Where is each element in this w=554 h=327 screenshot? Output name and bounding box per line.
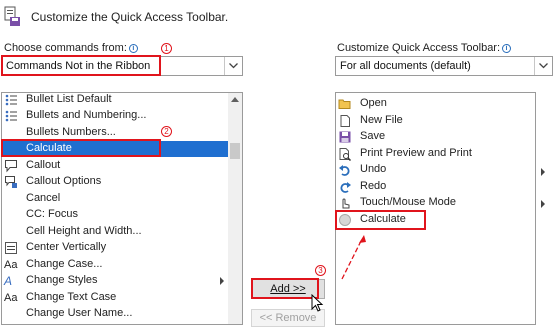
list-item-label: CC: Focus	[26, 208, 78, 220]
list-item[interactable]: Undo	[336, 162, 535, 178]
list-item-label: Open	[360, 97, 387, 109]
list-item-label: Bullets Numbers...	[26, 126, 116, 138]
list-item[interactable]: Redo	[336, 179, 535, 195]
list-item[interactable]: A Change Styles	[2, 273, 228, 289]
list-item[interactable]: Bullets and Numbering...	[2, 108, 228, 124]
list-item-label: Touch/Mouse Mode	[360, 196, 456, 208]
step-badge-2: 2	[161, 126, 172, 137]
commands-list-scrollbar[interactable]	[228, 93, 242, 324]
annotation-box-result	[335, 210, 426, 230]
list-item[interactable]: Bullet List Default	[2, 93, 228, 108]
list-item[interactable]: Center Vertically	[2, 240, 228, 256]
touch-mouse-icon	[338, 196, 352, 210]
move-down-arrow-icon[interactable]	[541, 200, 545, 208]
list-item[interactable]: Aa Change Case...	[2, 257, 228, 273]
list-item[interactable]: Callout	[2, 158, 228, 174]
list-item[interactable]: Cancel	[2, 191, 228, 207]
list-item-label: Change User Name...	[26, 307, 133, 319]
callout-options-icon	[4, 175, 18, 189]
change-text-case-icon: Aa	[4, 292, 18, 304]
list-item-label: Print Preview and Print	[360, 147, 472, 159]
list-item[interactable]: Touch/Mouse Mode	[336, 195, 535, 211]
list-item[interactable]: Open	[336, 96, 535, 112]
bullets-numbering-icon	[4, 109, 18, 123]
list-item[interactable]: CC: Focus	[2, 207, 228, 223]
change-case-icon: Aa	[4, 259, 18, 271]
annotation-box-add	[251, 278, 319, 299]
list-item-label: Change Text Case	[26, 291, 117, 303]
quick-access-toolbar-icon	[4, 5, 22, 27]
list-item-label: Bullet List Default	[26, 93, 112, 105]
customize-qat-value: For all documents (default)	[340, 60, 471, 72]
bullet-list-icon	[4, 93, 18, 107]
remove-button-label: << Remove	[259, 312, 317, 324]
choose-commands-text: Choose commands from:	[4, 42, 127, 54]
list-item-label: Change Case...	[26, 258, 103, 270]
move-up-arrow-icon[interactable]	[541, 168, 545, 176]
list-item[interactable]: Change User Name...	[2, 306, 228, 322]
list-item[interactable]: Callout Options	[2, 174, 228, 190]
folder-open-icon	[338, 97, 352, 111]
dialog-title: Customize the Quick Access Toolbar.	[31, 10, 229, 24]
submenu-arrow-icon	[220, 277, 224, 285]
mouse-cursor-icon	[311, 294, 324, 312]
list-item[interactable]: New File	[336, 113, 535, 129]
customize-qat-text: Customize Quick Access Toolbar:	[337, 42, 501, 54]
info-icon: i	[128, 44, 138, 53]
step-badge-1: 1	[161, 43, 172, 54]
center-vertically-icon	[4, 241, 18, 255]
list-item-label: New File	[360, 114, 403, 126]
annotation-box-dropdown	[1, 55, 161, 76]
list-item-label: Bullets and Numbering...	[26, 109, 147, 121]
list-item[interactable]: Save	[336, 129, 535, 145]
list-item-label: Callout	[26, 159, 61, 171]
customize-qat-dropdown[interactable]: For all documents (default)	[335, 56, 553, 76]
new-file-icon	[338, 114, 352, 128]
chevron-down-icon[interactable]	[224, 57, 242, 75]
print-preview-icon	[338, 147, 352, 162]
scroll-thumb[interactable]	[230, 143, 240, 159]
customize-qat-label: Customize Quick Access Toolbar: i	[337, 42, 512, 54]
list-item-label: Callout Options	[26, 175, 102, 187]
list-item-label: Save	[360, 130, 386, 142]
scroll-up-icon[interactable]	[231, 97, 239, 102]
toolbar-commands-list[interactable]: Open New File Save Print Preview and Pri…	[335, 92, 536, 325]
list-item-label: Redo	[360, 180, 387, 192]
list-item-label: Change Styles	[26, 274, 98, 286]
undo-icon	[338, 163, 352, 177]
step-badge-3: 3	[315, 265, 326, 276]
commands-list[interactable]: Bullet List Default Bullets and Numberin…	[1, 92, 243, 325]
choose-commands-label: Choose commands from: i	[4, 42, 138, 54]
list-item[interactable]: Print Preview and Print	[336, 146, 535, 162]
redo-icon	[338, 180, 352, 194]
list-item-label: Cancel	[26, 192, 61, 204]
list-item-label: Undo	[360, 163, 387, 175]
annotation-arrow-icon	[341, 235, 366, 280]
list-item[interactable]: Aa Change Text Case	[2, 290, 228, 306]
save-icon	[338, 130, 352, 144]
change-styles-icon: A	[4, 274, 13, 288]
list-item-label: Center Vertically	[26, 241, 107, 253]
chevron-down-icon[interactable]	[534, 57, 552, 75]
callout-icon	[4, 159, 18, 173]
list-item-label: Cell Height and Width...	[26, 225, 142, 237]
info-icon: i	[502, 44, 512, 53]
list-item[interactable]: Cell Height and Width...	[2, 224, 228, 240]
annotation-box-calculate	[1, 139, 161, 157]
